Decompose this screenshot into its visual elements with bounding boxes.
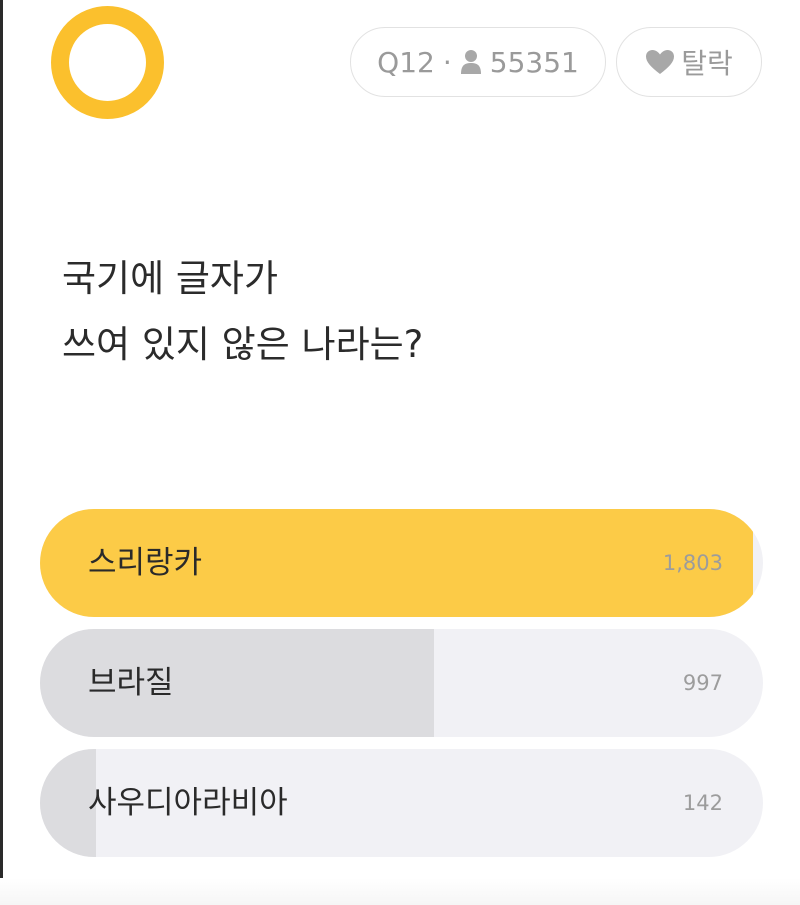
drop-out-label: 탈락 <box>681 47 733 80</box>
answer-option-1[interactable]: 스리랑카 1,803 <box>40 509 763 617</box>
bottom-shade <box>0 878 800 905</box>
answer-count: 997 <box>682 671 723 695</box>
logo-ring-icon <box>51 6 164 119</box>
question-info-badge: Q12 · 55351 <box>350 27 606 97</box>
answer-option-3[interactable]: 사우디아라비아 142 <box>40 749 763 857</box>
drop-out-button[interactable]: 탈락 <box>616 27 762 97</box>
question-line-2: 쓰여 있지 않은 나라는? <box>62 323 424 366</box>
question-text: 국기에 글자가 쓰여 있지 않은 나라는? <box>62 246 423 378</box>
heart-icon <box>645 49 675 75</box>
question-number: Q12 <box>377 45 435 79</box>
answer-count: 1,803 <box>662 551 723 575</box>
answer-option-2[interactable]: 브라질 997 <box>40 629 763 737</box>
answer-label: 스리랑카 <box>88 545 203 581</box>
left-edge-divider <box>0 0 3 905</box>
answer-label: 사우디아라비아 <box>88 785 288 821</box>
quiz-screen: Q12 · 55351 탈락 국기에 글자가 쓰여 있지 않은 나라는? 스리랑… <box>0 0 800 905</box>
separator-dot: · <box>442 45 452 79</box>
answer-count: 142 <box>682 791 723 815</box>
user-icon <box>460 49 482 75</box>
participant-count: 55351 <box>489 45 579 79</box>
answer-label: 브라질 <box>88 665 174 701</box>
question-line-1: 국기에 글자가 <box>62 257 279 300</box>
